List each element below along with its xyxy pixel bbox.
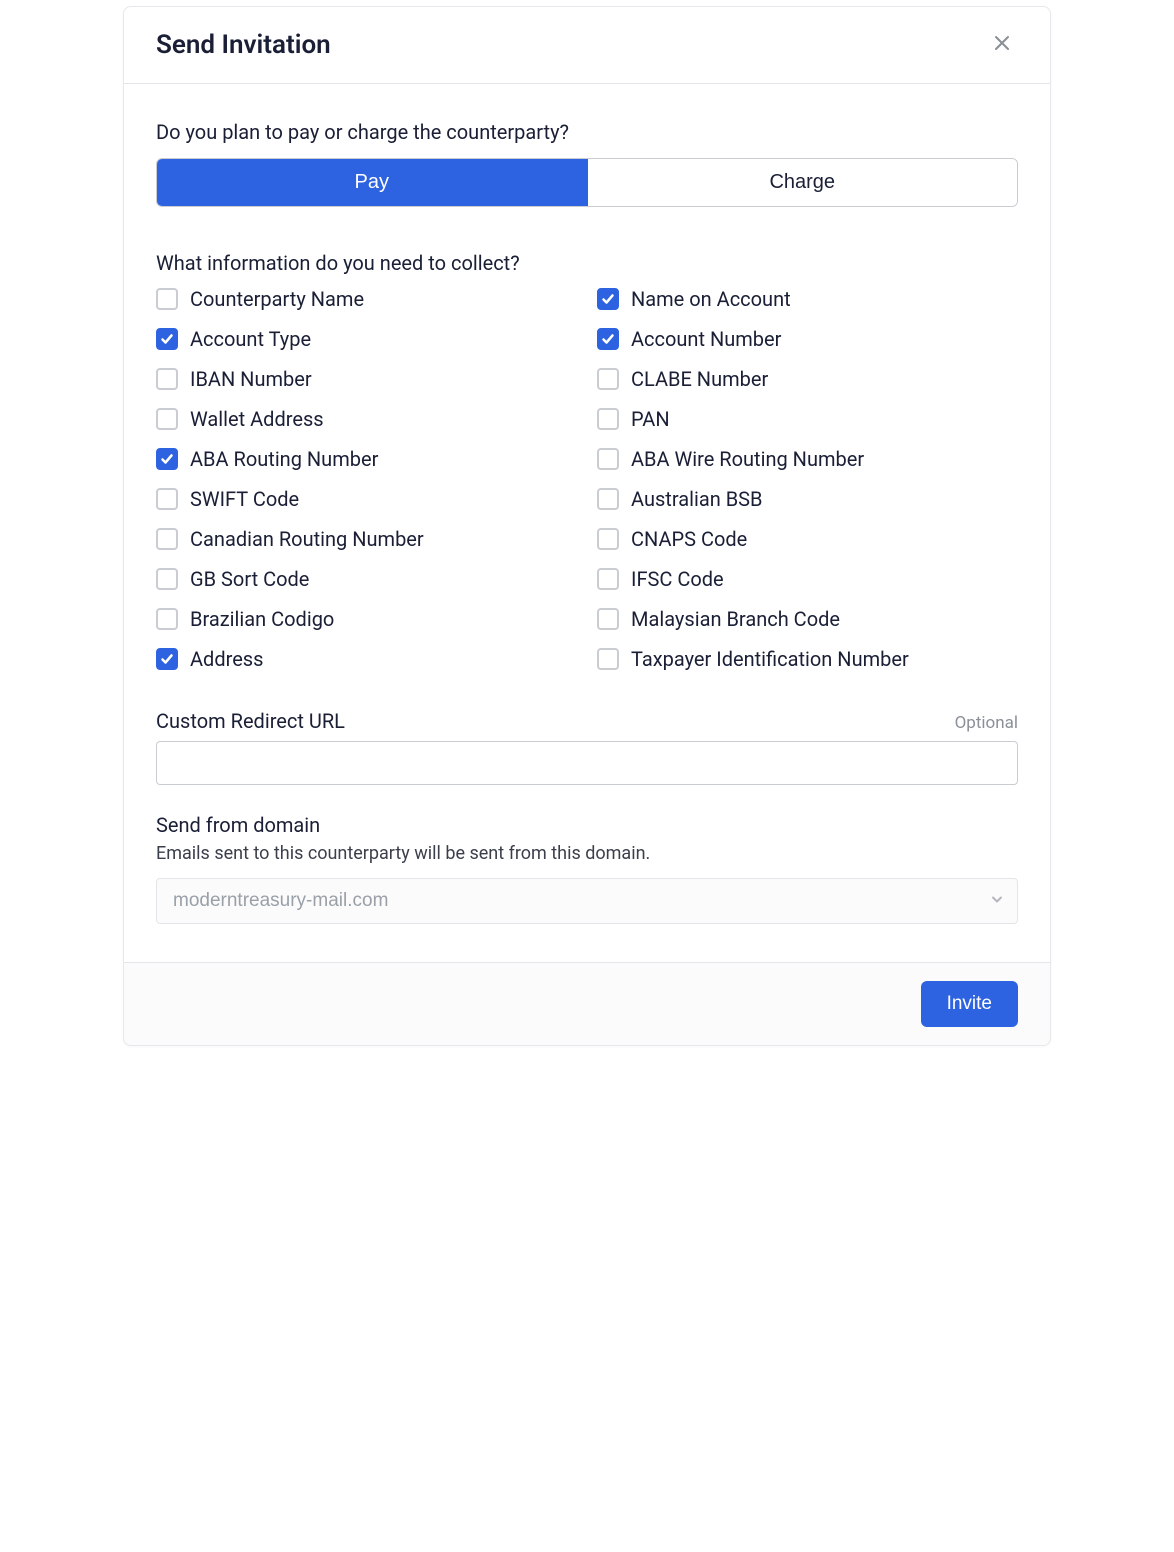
send-from-domain-select[interactable] [156,878,1018,924]
checkbox-item-aba-routing-number[interactable]: ABA Routing Number [156,447,577,471]
checkbox-item-ifsc-code[interactable]: IFSC Code [597,567,1018,591]
modal-header: Send Invitation [124,7,1050,84]
checkbox-taxpayer-id[interactable] [597,648,619,670]
checkbox-brazilian-codigo[interactable] [156,608,178,630]
invite-button[interactable]: Invite [921,981,1018,1027]
checkbox-label-swift-code: SWIFT Code [190,487,299,511]
checkbox-label-aba-routing-number: ABA Routing Number [190,447,378,471]
checkbox-ifsc-code[interactable] [597,568,619,590]
send-from-domain-block: Send from domain Emails sent to this cou… [156,813,1018,924]
checkbox-account-number[interactable] [597,328,619,350]
checkbox-item-canadian-routing[interactable]: Canadian Routing Number [156,527,577,551]
checkbox-item-gb-sort-code[interactable]: GB Sort Code [156,567,577,591]
checkbox-item-malaysian-branch[interactable]: Malaysian Branch Code [597,607,1018,631]
close-icon [993,32,1011,58]
checkbox-label-brazilian-codigo: Brazilian Codigo [190,607,334,631]
checkbox-counterparty-name[interactable] [156,288,178,310]
checkbox-item-swift-code[interactable]: SWIFT Code [156,487,577,511]
modal-body: Do you plan to pay or charge the counter… [124,84,1050,962]
checkbox-gb-sort-code[interactable] [156,568,178,590]
checkbox-aba-routing-number[interactable] [156,448,178,470]
custom-redirect-label: Custom Redirect URL [156,709,345,733]
checkbox-item-iban-number[interactable]: IBAN Number [156,367,577,391]
checkbox-aba-wire-routing[interactable] [597,448,619,470]
checkbox-label-address: Address [190,647,263,671]
checkbox-label-name-on-account: Name on Account [631,287,791,311]
checkbox-malaysian-branch[interactable] [597,608,619,630]
checkbox-label-clabe-number: CLABE Number [631,367,768,391]
checkbox-label-account-type: Account Type [190,327,311,351]
checkbox-label-aba-wire-routing: ABA Wire Routing Number [631,447,864,471]
checkbox-item-cnaps-code[interactable]: CNAPS Code [597,527,1018,551]
modal-footer: Invite [124,962,1050,1045]
checkbox-item-address[interactable]: Address [156,647,577,671]
modal-title: Send Invitation [156,30,331,60]
checkbox-item-name-on-account[interactable]: Name on Account [597,287,1018,311]
checkbox-item-clabe-number[interactable]: CLABE Number [597,367,1018,391]
charge-toggle-button[interactable]: Charge [588,159,1018,206]
pay-charge-toggle: Pay Charge [156,158,1018,207]
checkbox-label-ifsc-code: IFSC Code [631,567,724,591]
checkbox-item-account-number[interactable]: Account Number [597,327,1018,351]
checkbox-item-pan[interactable]: PAN [597,407,1018,431]
checkbox-item-taxpayer-id[interactable]: Taxpayer Identification Number [597,647,1018,671]
checkbox-label-canadian-routing: Canadian Routing Number [190,527,424,551]
info-checkbox-grid: Counterparty Name Name on Account Account … [156,287,1018,671]
checkbox-item-brazilian-codigo[interactable]: Brazilian Codigo [156,607,577,631]
send-from-domain-label: Send from domain [156,813,1018,837]
checkbox-australian-bsb[interactable] [597,488,619,510]
checkbox-label-wallet-address: Wallet Address [190,407,324,431]
checkbox-label-gb-sort-code: GB Sort Code [190,567,309,591]
checkbox-label-taxpayer-id: Taxpayer Identification Number [631,647,909,671]
send-from-domain-helper: Emails sent to this counterparty will be… [156,843,1018,864]
send-invitation-modal: Send Invitation Do you plan to pay or ch… [123,6,1051,1046]
pay-toggle-button[interactable]: Pay [157,159,588,206]
checkbox-wallet-address[interactable] [156,408,178,430]
checkbox-account-type[interactable] [156,328,178,350]
checkbox-label-malaysian-branch: Malaysian Branch Code [631,607,840,631]
pay-or-charge-question: Do you plan to pay or charge the counter… [156,120,1018,144]
checkbox-clabe-number[interactable] [597,368,619,390]
optional-tag: Optional [955,713,1018,733]
checkbox-item-account-type[interactable]: Account Type [156,327,577,351]
checkbox-label-iban-number: IBAN Number [190,367,312,391]
checkbox-item-australian-bsb[interactable]: Australian BSB [597,487,1018,511]
checkbox-item-aba-wire-routing[interactable]: ABA Wire Routing Number [597,447,1018,471]
checkbox-iban-number[interactable] [156,368,178,390]
checkbox-item-wallet-address[interactable]: Wallet Address [156,407,577,431]
checkbox-pan[interactable] [597,408,619,430]
checkbox-canadian-routing[interactable] [156,528,178,550]
checkbox-label-pan: PAN [631,407,670,431]
checkbox-cnaps-code[interactable] [597,528,619,550]
checkbox-label-account-number: Account Number [631,327,781,351]
checkbox-address[interactable] [156,648,178,670]
custom-redirect-input[interactable] [156,741,1018,785]
checkbox-label-australian-bsb: Australian BSB [631,487,763,511]
close-button[interactable] [986,29,1018,61]
checkbox-name-on-account[interactable] [597,288,619,310]
custom-redirect-block: Custom Redirect URL Optional [156,709,1018,785]
checkbox-swift-code[interactable] [156,488,178,510]
checkbox-item-counterparty-name[interactable]: Counterparty Name [156,287,577,311]
checkbox-label-cnaps-code: CNAPS Code [631,527,747,551]
checkbox-label-counterparty-name: Counterparty Name [190,287,364,311]
collect-info-question: What information do you need to collect? [156,251,1018,275]
